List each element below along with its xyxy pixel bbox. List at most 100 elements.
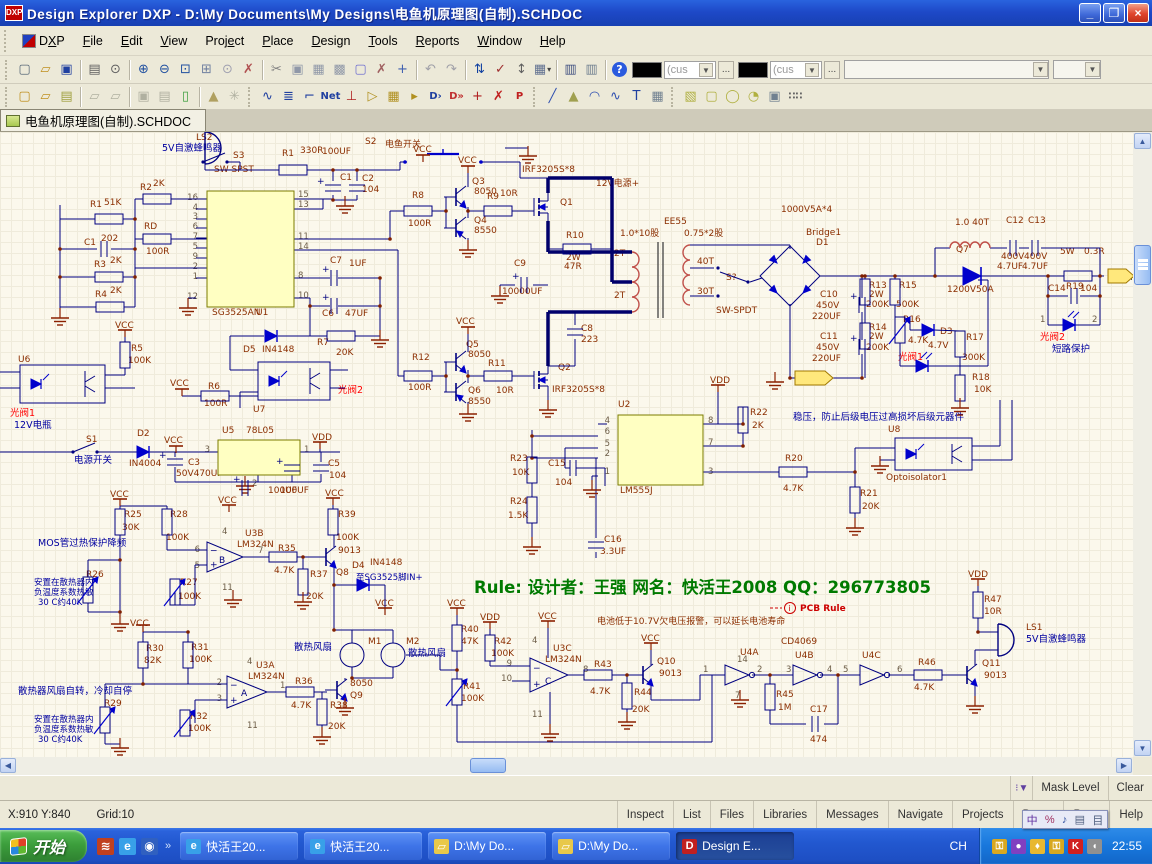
- menu-place[interactable]: Place: [253, 30, 302, 52]
- undo-icon[interactable]: ↶: [420, 59, 441, 80]
- copy-icon[interactable]: ▣: [287, 59, 308, 80]
- panel-tab-libraries[interactable]: Libraries: [753, 801, 816, 829]
- place-port-icon[interactable]: ▷: [362, 86, 383, 107]
- panel-tab-projects[interactable]: Projects: [952, 801, 1013, 829]
- menu-dxp[interactable]: DXP: [13, 30, 74, 52]
- redo-icon[interactable]: ↷: [441, 59, 462, 80]
- color-more-button-1[interactable]: ...: [718, 61, 734, 79]
- save-all-icon[interactable]: ▤: [56, 86, 77, 107]
- wire-check-icon[interactable]: ✓: [490, 59, 511, 80]
- menu-edit[interactable]: Edit: [112, 30, 152, 52]
- ime-icon-4[interactable]: 目: [1092, 812, 1103, 828]
- close-button[interactable]: ×: [1127, 3, 1149, 23]
- taskbar-window-2[interactable]: ▱D:\My Do...: [428, 832, 546, 860]
- doc-green-icon[interactable]: ▯: [175, 86, 196, 107]
- ime-icon-3[interactable]: ▤: [1075, 813, 1085, 826]
- panel-tab-navigate[interactable]: Navigate: [888, 801, 952, 829]
- zoom-document-icon[interactable]: ⊞: [196, 59, 217, 80]
- fill-rect-icon[interactable]: ▧: [680, 86, 701, 107]
- print-preview-icon[interactable]: ⊙: [105, 59, 126, 80]
- zoom-out-icon[interactable]: ⊖: [154, 59, 175, 80]
- doc-gray-1-icon[interactable]: ▱: [84, 86, 105, 107]
- draw-polygon-icon[interactable]: ▲: [563, 86, 584, 107]
- zoom-in-icon[interactable]: ⊕: [133, 59, 154, 80]
- browse-library-icon[interactable]: ▥: [560, 59, 581, 80]
- quick-launch-icon-0[interactable]: ≋: [97, 838, 114, 855]
- taskbar-window-1[interactable]: e快活王20...: [304, 832, 422, 860]
- panel-tab-messages[interactable]: Messages: [816, 801, 887, 829]
- menu-project[interactable]: Project: [196, 30, 253, 52]
- toolbar1-grip[interactable]: [5, 60, 11, 80]
- schematic-canvas[interactable]: LS25V自激蜂鸣器S3SW-SPSTR151KR22KRD100RC1202R…: [0, 132, 1133, 757]
- place-polyline-icon[interactable]: ⌐: [299, 86, 320, 107]
- new-schematic-icon[interactable]: ▢: [14, 86, 35, 107]
- menu-window[interactable]: Window: [468, 30, 530, 52]
- menu-view[interactable]: View: [151, 30, 196, 52]
- zoom-selection-icon[interactable]: ⊙: [217, 59, 238, 80]
- paste-icon[interactable]: ▦: [308, 59, 329, 80]
- place-junction-icon[interactable]: +: [467, 86, 488, 107]
- toolbar-grip[interactable]: [533, 87, 539, 107]
- place-net-label-icon[interactable]: Net: [320, 86, 341, 107]
- toolbar-grip[interactable]: [248, 87, 254, 107]
- minimize-button[interactable]: _: [1079, 3, 1101, 23]
- print-icon[interactable]: ▤: [84, 59, 105, 80]
- ime-icon-2[interactable]: ♪: [1062, 814, 1068, 826]
- ellipse-icon[interactable]: ◯: [722, 86, 743, 107]
- place-gnd-icon[interactable]: ⊥: [341, 86, 362, 107]
- cut-icon[interactable]: ✂: [266, 59, 287, 80]
- scroll-left-button[interactable]: ◀: [0, 758, 16, 773]
- taskbar-window-0[interactable]: e快活王20...: [180, 832, 298, 860]
- quick-launch-icon-1[interactable]: e: [119, 838, 136, 855]
- doc-gray-3-icon[interactable]: ▤: [154, 86, 175, 107]
- scroll-down-button[interactable]: ▼: [1134, 740, 1151, 756]
- menu-file[interactable]: File: [74, 30, 112, 52]
- library-list-icon[interactable]: ▥: [581, 59, 602, 80]
- panel-tab-list[interactable]: List: [673, 801, 710, 829]
- open-document-icon[interactable]: ▱: [35, 59, 56, 80]
- new-document-icon[interactable]: ▢: [14, 59, 35, 80]
- panel-tab-files[interactable]: Files: [710, 801, 753, 829]
- import-icon[interactable]: ▲: [203, 86, 224, 107]
- place-bus-icon[interactable]: ≣: [278, 86, 299, 107]
- restore-button[interactable]: ❐: [1103, 3, 1125, 23]
- mask-options-icon[interactable]: ⁝▼: [1010, 776, 1032, 801]
- menu-tools[interactable]: Tools: [359, 30, 406, 52]
- tray-icon-0[interactable]: ⚿: [992, 839, 1007, 854]
- horizontal-scroll-thumb[interactable]: [470, 758, 506, 773]
- clear-button[interactable]: Clear: [1108, 776, 1152, 801]
- place-part-icon[interactable]: D›: [425, 86, 446, 107]
- tray-icon-2[interactable]: ♦: [1030, 839, 1045, 854]
- tray-icon-5[interactable]: ◖: [1087, 839, 1102, 854]
- place-wire-icon[interactable]: ∿: [257, 86, 278, 107]
- horizontal-scrollbar[interactable]: ◀ ▶: [0, 757, 1133, 775]
- zoom-area-icon[interactable]: ⊡: [175, 59, 196, 80]
- draw-arc-icon[interactable]: ◠: [584, 86, 605, 107]
- cross-probe-icon[interactable]: ✗: [238, 59, 259, 80]
- save-document-icon[interactable]: ▣: [56, 59, 77, 80]
- paste-array-icon[interactable]: ▩: [329, 59, 350, 80]
- draw-text-icon[interactable]: T: [626, 86, 647, 107]
- round-rect-icon[interactable]: ▢: [701, 86, 722, 107]
- pie-icon[interactable]: ◔: [743, 86, 764, 107]
- ime-icon-0[interactable]: 中: [1027, 812, 1038, 828]
- color-combo-1[interactable]: (cus▼: [664, 61, 716, 79]
- help-icon[interactable]: ?: [609, 59, 630, 80]
- draw-table-icon[interactable]: ▦: [647, 86, 668, 107]
- no-erc-icon[interactable]: ✗: [488, 86, 509, 107]
- array-paste-icon[interactable]: ∷∷: [785, 86, 806, 107]
- draw-line-icon[interactable]: ╱: [542, 86, 563, 107]
- menu-grip[interactable]: [4, 30, 9, 52]
- grid-settings-icon[interactable]: ▦▾: [532, 59, 553, 80]
- menu-help[interactable]: Help: [531, 30, 575, 52]
- wizard-icon[interactable]: ✳: [224, 86, 245, 107]
- language-indicator[interactable]: CH: [942, 839, 975, 853]
- draw-spline-icon[interactable]: ∿: [605, 86, 626, 107]
- taskbar-window-4[interactable]: DDesign E...: [676, 832, 794, 860]
- start-button[interactable]: 开始: [0, 830, 87, 862]
- menu-reports[interactable]: Reports: [407, 30, 469, 52]
- up-down-hierarchy-icon[interactable]: ⇅: [469, 59, 490, 80]
- place-sheet-symbol-icon[interactable]: ▦: [383, 86, 404, 107]
- scroll-up-button[interactable]: ▲: [1134, 133, 1151, 149]
- quick-launch-chevron[interactable]: »: [163, 840, 171, 852]
